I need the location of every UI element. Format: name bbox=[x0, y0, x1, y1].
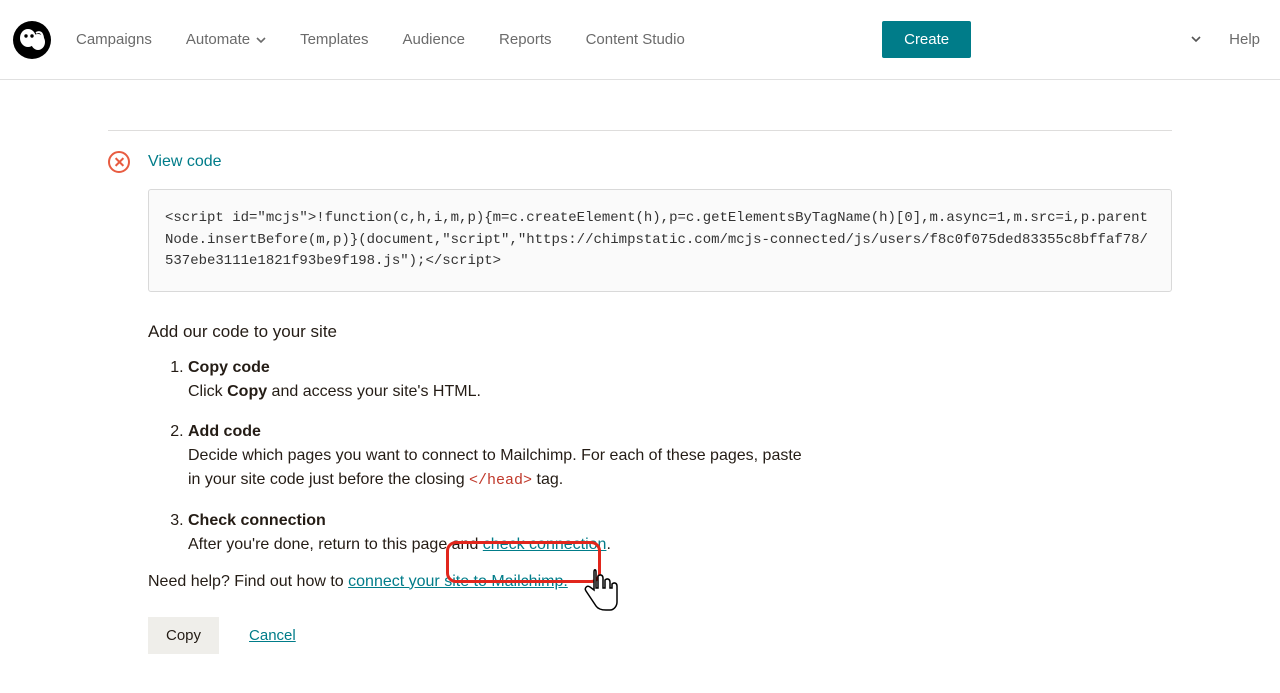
step-2-post: tag. bbox=[532, 471, 563, 488]
step-3-title: Check connection bbox=[188, 512, 326, 529]
view-code-row: View code bbox=[108, 151, 1172, 173]
step-1-title: Copy code bbox=[188, 359, 270, 376]
help-line: Need help? Find out how to connect your … bbox=[148, 573, 1172, 591]
help-line-pre: Need help? Find out how to bbox=[148, 573, 348, 590]
cancel-link[interactable]: Cancel bbox=[249, 627, 296, 644]
connect-site-link[interactable]: connect your site to Mailchimp. bbox=[348, 573, 568, 590]
step-1: Copy code Click Copy and access your sit… bbox=[188, 356, 818, 404]
nav-reports[interactable]: Reports bbox=[499, 31, 552, 48]
nav-templates[interactable]: Templates bbox=[300, 31, 368, 48]
right-nav-area: Help bbox=[1191, 31, 1260, 48]
nav-automate[interactable]: Automate bbox=[186, 31, 266, 48]
nav-audience[interactable]: Audience bbox=[402, 31, 465, 48]
mailchimp-logo[interactable] bbox=[12, 20, 52, 60]
copy-button[interactable]: Copy bbox=[148, 617, 219, 654]
instructions-heading: Add our code to your site bbox=[148, 322, 1172, 342]
nav-automate-label: Automate bbox=[186, 31, 250, 48]
section-divider bbox=[108, 130, 1172, 131]
check-connection-link[interactable]: check connection bbox=[483, 536, 607, 553]
step-3: Check connection After you're done, retu… bbox=[188, 509, 818, 557]
step-3-pre: After you're done, return to this page a… bbox=[188, 536, 483, 553]
nav-campaigns[interactable]: Campaigns bbox=[76, 31, 152, 48]
primary-nav: Campaigns Automate Templates Audience Re… bbox=[76, 31, 882, 48]
view-code-link[interactable]: View code bbox=[148, 153, 222, 171]
step-2-code: </head> bbox=[469, 472, 532, 489]
code-snippet-box[interactable]: <script id="mcjs">!function(c,h,i,m,p){m… bbox=[148, 189, 1172, 292]
step-1-bold: Copy bbox=[227, 383, 267, 400]
step-1-pre: Click bbox=[188, 383, 227, 400]
chevron-down-icon bbox=[256, 35, 266, 45]
step-3-post: . bbox=[606, 536, 610, 553]
step-2: Add code Decide which pages you want to … bbox=[188, 420, 818, 493]
step-2-title: Add code bbox=[188, 423, 261, 440]
nav-content-studio[interactable]: Content Studio bbox=[586, 31, 685, 48]
main-content: View code <script id="mcjs">!function(c,… bbox=[68, 130, 1212, 693]
create-button[interactable]: Create bbox=[882, 21, 971, 58]
help-link[interactable]: Help bbox=[1229, 31, 1260, 48]
instructions-list: Copy code Click Copy and access your sit… bbox=[168, 356, 818, 557]
account-dropdown-caret[interactable] bbox=[1191, 32, 1201, 47]
action-buttons: Copy Cancel bbox=[148, 617, 1172, 654]
close-circle-icon[interactable] bbox=[108, 151, 130, 173]
top-nav-bar: Campaigns Automate Templates Audience Re… bbox=[0, 0, 1280, 80]
step-1-post: and access your site's HTML. bbox=[267, 383, 481, 400]
